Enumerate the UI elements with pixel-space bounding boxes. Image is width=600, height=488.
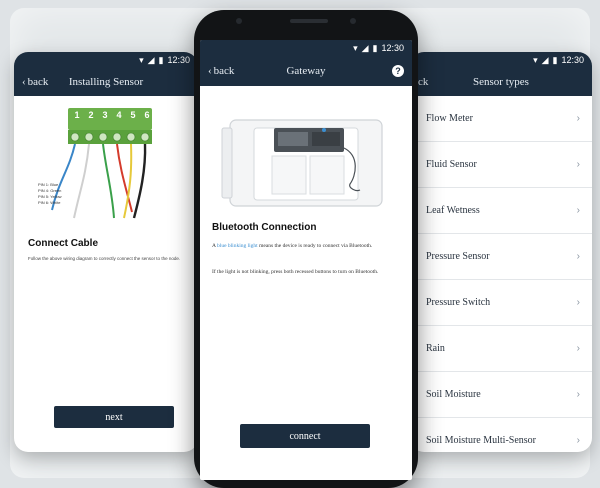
list-item-label: Soil Moisture Multi-Sensor	[426, 435, 537, 446]
wifi-icon: ▾	[139, 54, 144, 65]
terminal-label: 1	[74, 110, 80, 120]
back-button[interactable]: ck	[418, 76, 428, 88]
list-item[interactable]: Rain ›	[410, 326, 592, 372]
list-item-label: Pressure Switch	[426, 297, 491, 308]
instruction-text-secondary: If the light is not blinking, press both…	[212, 269, 379, 275]
terminal-label: 3	[102, 110, 108, 120]
list-item-label: Leaf Wetness	[426, 205, 480, 216]
list-item-label: Flow Meter	[426, 113, 473, 124]
phone-gateway: ▾ ◢ ▮ 12:30 ‹ back Gateway ? Bluetooth C…	[200, 40, 412, 480]
list-item[interactable]: Leaf Wetness ›	[410, 188, 592, 234]
status-bar: ▾ ◢ ▮ 12:30	[14, 52, 198, 68]
sensor-list: Flow Meter › Fluid Sensor › Leaf Wetness › …	[410, 96, 592, 452]
next-button[interactable]: next	[54, 406, 174, 428]
chevron-right-icon: ›	[576, 113, 580, 124]
list-item-label: Fluid Sensor	[426, 159, 477, 170]
help-icon[interactable]: ?	[392, 65, 404, 77]
list-item[interactable]: Pressure Sensor ›	[410, 234, 592, 280]
gateway-device-illustration	[221, 119, 383, 207]
instruction-text: A blue blinking light means the device i…	[212, 242, 402, 250]
pin-legend: PIN 1: Blue PIN 4: Green PIN 5: Yellow P…	[38, 182, 62, 206]
front-camera	[236, 18, 242, 24]
signal-icon: ◢	[147, 54, 155, 65]
section-heading: Connect Cable	[28, 238, 99, 249]
terminal-label: 6	[144, 110, 150, 120]
battery-icon: ▮	[158, 54, 164, 65]
chevron-right-icon: ›	[576, 205, 580, 216]
status-time: 12:30	[381, 43, 404, 53]
back-label: ck	[418, 76, 429, 88]
back-button[interactable]: ‹ back	[22, 76, 48, 88]
connect-button[interactable]: connect	[240, 424, 370, 448]
chevron-right-icon: ›	[576, 435, 580, 446]
list-item-label: Soil Moisture	[426, 389, 481, 400]
phone-installing-sensor: ▾ ◢ ▮ 12:30 ‹ back Installing Sensor 1 2…	[14, 52, 198, 452]
instruction-suffix: means the device is ready to connect via…	[257, 243, 373, 249]
battery-icon: ▮	[372, 42, 378, 53]
status-time: 12:30	[167, 55, 190, 65]
list-item[interactable]: Soil Moisture Multi-Sensor ›	[410, 418, 592, 452]
pin-label: PIN 6: White	[38, 200, 61, 205]
battery-icon: ▮	[552, 54, 558, 65]
terminal-label: 5	[130, 110, 136, 120]
navbar: ck Sensor types	[410, 68, 592, 96]
section-heading: Bluetooth Connection	[212, 222, 317, 233]
signal-icon: ◢	[541, 54, 549, 65]
chevron-right-icon: ›	[576, 343, 580, 354]
chevron-left-icon: ‹	[22, 76, 26, 88]
list-item[interactable]: Pressure Switch ›	[410, 280, 592, 326]
list-item[interactable]: Fluid Sensor ›	[410, 142, 592, 188]
screen-title: Sensor types	[473, 76, 529, 88]
terminal-labels: 1 2 3 4 5 6	[70, 110, 154, 120]
chevron-right-icon: ›	[576, 159, 580, 170]
back-label: back	[213, 65, 235, 77]
list-item[interactable]: Flow Meter ›	[410, 96, 592, 142]
terminal-label: 2	[88, 110, 94, 120]
list-item-label: Rain	[426, 343, 445, 354]
wifi-icon: ▾	[533, 54, 538, 65]
status-bar: ▾ ◢ ▮ 12:30	[200, 40, 412, 56]
speaker-grille	[290, 19, 328, 23]
list-item-label: Pressure Sensor	[426, 251, 490, 262]
navbar: ‹ back Gateway ?	[200, 56, 412, 86]
blue-light-highlight: blue blinking light	[217, 243, 258, 249]
back-button[interactable]: ‹ back	[208, 65, 234, 77]
instruction-text: Follow the above wiring diagram to corre…	[28, 256, 181, 261]
navbar: ‹ back Installing Sensor	[14, 68, 198, 96]
phone-sensor-types: ▾ ◢ ▮ 12:30 ck Sensor types Flow Meter › …	[410, 52, 592, 452]
wifi-icon: ▾	[353, 42, 358, 53]
proximity-sensor	[350, 18, 356, 24]
chevron-right-icon: ›	[576, 251, 580, 262]
chevron-right-icon: ›	[576, 389, 580, 400]
signal-icon: ◢	[361, 42, 369, 53]
list-item[interactable]: Soil Moisture ›	[410, 372, 592, 418]
status-time: 12:30	[561, 55, 584, 65]
terminal-label: 4	[116, 110, 122, 120]
back-label: back	[27, 76, 49, 88]
chevron-right-icon: ›	[576, 297, 580, 308]
chevron-left-icon: ‹	[208, 65, 212, 77]
status-bar: ▾ ◢ ▮ 12:30	[410, 52, 592, 68]
